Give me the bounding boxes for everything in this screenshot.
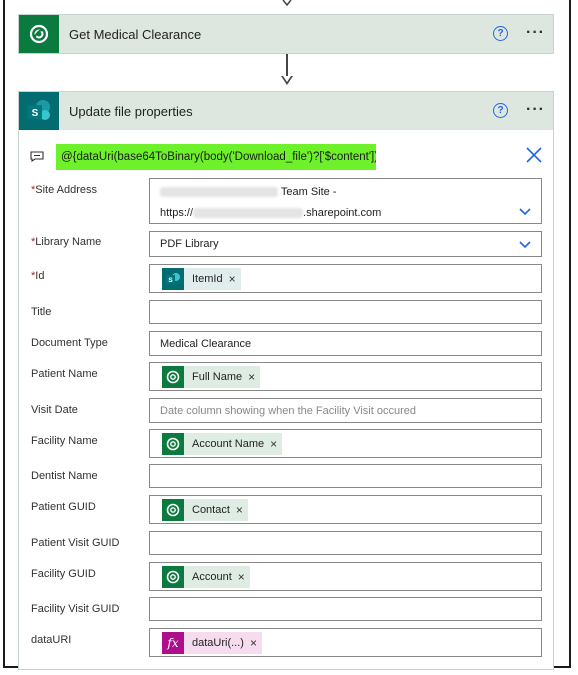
step-body: @{dataUri(base64ToBinary(body('Download_… — [18, 130, 554, 670]
patient-guid-field[interactable]: Contact × — [149, 495, 542, 524]
library-name-dropdown[interactable]: PDF Library — [149, 231, 542, 257]
connector-arrow-top — [282, 0, 292, 7]
dynamic-content-token[interactable]: S ItemId × — [162, 268, 241, 290]
step-get-medical-clearance[interactable]: Get Medical Clearance ? ··· — [18, 14, 554, 54]
remove-token-icon[interactable]: × — [268, 433, 283, 455]
dataverse-icon — [162, 366, 184, 388]
patient-visit-guid-field[interactable] — [149, 531, 542, 555]
redacted-text — [193, 208, 304, 219]
comment-icon[interactable] — [30, 151, 44, 162]
remove-token-icon[interactable]: × — [246, 366, 261, 388]
facility-visit-guid-field[interactable] — [149, 597, 542, 621]
remove-token-icon[interactable]: × — [247, 632, 262, 654]
dynamic-content-token[interactable]: Account × — [162, 566, 250, 588]
help-icon[interactable]: ? — [493, 26, 508, 41]
facility-guid-label: Facility GUID — [31, 568, 96, 580]
expression-bar: @{dataUri(base64ToBinary(body('Download_… — [29, 144, 543, 172]
facility-name-field[interactable]: Account Name × — [149, 429, 542, 458]
dataverse-icon — [162, 566, 184, 588]
id-field[interactable]: S ItemId × — [149, 264, 542, 293]
remove-token-icon[interactable]: × — [226, 268, 241, 290]
expression-token[interactable]: fx dataUri(...) × — [162, 632, 262, 654]
datauri-field[interactable]: fx dataUri(...) × — [149, 628, 542, 657]
visit-date-label: Visit Date — [31, 404, 78, 416]
svg-text:S: S — [168, 277, 173, 284]
dataverse-icon — [162, 433, 184, 455]
facility-guid-field[interactable]: Account × — [149, 562, 542, 591]
dentist-name-field[interactable] — [149, 464, 542, 488]
dynamic-content-token[interactable]: Full Name × — [162, 366, 261, 388]
close-icon[interactable] — [525, 146, 543, 164]
site-address-label: *Site Address — [31, 184, 98, 196]
site-address-dropdown[interactable]: Team Site - https://.sharepoint.com — [149, 178, 542, 224]
more-options-icon[interactable]: ··· — [526, 101, 545, 119]
dynamic-content-token[interactable]: Account Name × — [162, 433, 283, 455]
visit-date-field[interactable]: Date column showing when the Facility Vi… — [149, 398, 542, 423]
facility-name-label: Facility Name — [31, 435, 98, 447]
datauri-label: dataURI — [31, 634, 72, 646]
expression-text[interactable]: @{dataUri(base64ToBinary(body('Download_… — [56, 144, 376, 170]
patient-guid-label: Patient GUID — [31, 501, 96, 513]
chevron-down-icon[interactable] — [519, 241, 531, 249]
document-type-label: Document Type — [31, 337, 108, 349]
id-label: *Id — [31, 270, 45, 282]
function-fx-icon: fx — [162, 632, 184, 654]
facility-visit-guid-label: Facility Visit GUID — [31, 603, 120, 615]
dataverse-icon — [19, 15, 59, 53]
title-label: Title — [31, 306, 52, 318]
dataverse-icon — [162, 499, 184, 521]
patient-name-label: Patient Name — [31, 368, 98, 380]
library-name-label: *Library Name — [31, 236, 102, 248]
title-field[interactable] — [149, 300, 542, 324]
patient-name-field[interactable]: Full Name × — [149, 362, 542, 391]
more-options-icon[interactable]: ··· — [526, 24, 545, 42]
remove-token-icon[interactable]: × — [235, 566, 250, 588]
sharepoint-icon: S — [19, 92, 59, 130]
remove-token-icon[interactable]: × — [233, 499, 248, 521]
document-type-field[interactable]: Medical Clearance — [149, 331, 542, 356]
dentist-name-label: Dentist Name — [31, 470, 98, 482]
dynamic-content-token[interactable]: Contact × — [162, 499, 248, 521]
patient-visit-guid-label: Patient Visit GUID — [31, 537, 120, 549]
step-update-file-properties[interactable]: S Update file properties ? ··· — [18, 91, 554, 131]
redacted-text — [160, 187, 278, 198]
step-title: Get Medical Clearance — [69, 27, 202, 42]
sharepoint-icon: S — [162, 268, 184, 290]
help-icon[interactable]: ? — [493, 103, 508, 118]
step-title: Update file properties — [69, 104, 193, 119]
svg-text:S: S — [32, 108, 39, 119]
chevron-down-icon[interactable] — [519, 208, 531, 216]
